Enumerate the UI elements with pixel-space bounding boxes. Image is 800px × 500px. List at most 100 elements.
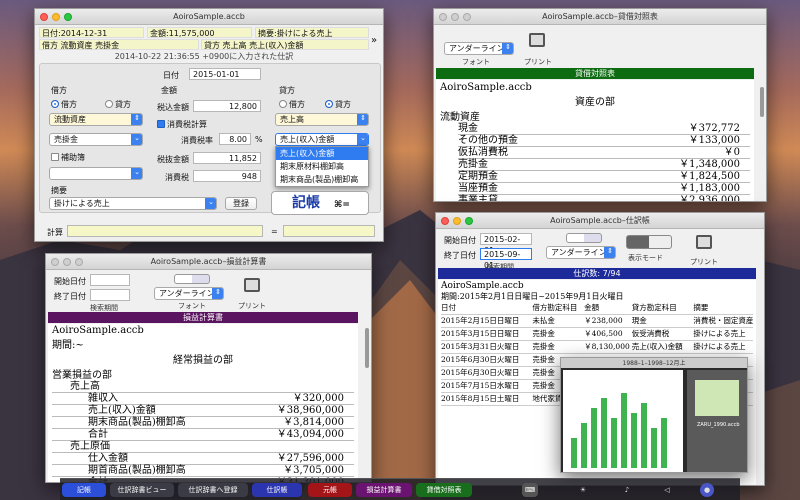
table-cell: 2015年2月15日日曜日 — [441, 316, 520, 325]
scrollbar[interactable] — [760, 87, 764, 117]
credit-credit-radio[interactable]: 貸方 — [325, 99, 351, 110]
tax-field[interactable]: 948 — [193, 170, 261, 182]
debit-side-radio[interactable]: 借方 — [51, 99, 77, 110]
printer-icon[interactable] — [696, 235, 712, 249]
minimize-button[interactable] — [52, 13, 60, 21]
zoom-button[interactable] — [463, 13, 471, 21]
table-cell: 2015年7月15日水曜日 — [441, 381, 520, 390]
mute-icon[interactable]: ◁ — [660, 483, 674, 497]
close-button[interactable] — [51, 258, 59, 266]
zoom-button[interactable] — [465, 217, 473, 225]
chevron-down-icon: ⌄ — [360, 134, 366, 142]
dropdown-option[interactable]: 期末商品(製品)棚卸高 — [276, 173, 368, 186]
record-button[interactable]: 記帳 ⌘= — [271, 191, 369, 215]
zoom-button[interactable] — [75, 258, 83, 266]
start-date-field[interactable]: 2015-02-01 — [480, 233, 532, 255]
info-date: 日付:2014-12-31 — [39, 27, 144, 38]
balance-sheet-document: AoiroSample.accb 資産の部 流動資産 現金 ￥372,772 その他… — [436, 80, 754, 202]
credit-side-radio[interactable]: 貸方 — [105, 99, 131, 110]
minimize-button[interactable] — [451, 13, 459, 21]
window-title: AoiroSample.accb–仕訳帳 — [550, 216, 650, 225]
chevron-down-icon: ⌄ — [134, 134, 140, 142]
date-field[interactable]: 2015-01-01 — [189, 68, 261, 80]
sub-book-select[interactable]: ⌄ — [49, 167, 143, 180]
equals-label: = — [271, 227, 278, 236]
info-credit: 貸方 売上高 売上(収入)金額 — [201, 39, 369, 50]
row-value: ￥3,705,000 — [283, 465, 344, 476]
dock-journal-entry[interactable]: 記帳 — [62, 483, 106, 497]
credit-debit-radio[interactable]: 借方 — [279, 99, 305, 110]
sub-book-checkbox[interactable]: 補助簿 — [51, 152, 85, 163]
close-button[interactable] — [441, 217, 449, 225]
summary-select[interactable]: 掛けによる売上 ⌄ — [49, 197, 217, 210]
row-label: 期末商品(製品)棚卸高 — [88, 417, 186, 428]
tax-calc-checkbox[interactable]: 消費税計算 — [157, 119, 207, 130]
title-bar[interactable]: AoiroSample.accb — [35, 9, 383, 25]
close-button[interactable] — [439, 13, 447, 21]
table-cell: 未払金 — [532, 316, 555, 325]
font-select[interactable]: アンダーライン ⇕ — [154, 287, 224, 300]
balance-sheet-window: AoiroSample.accb–貸借対照表 アンダーライン ⇕ フォント プリン… — [433, 8, 767, 202]
select-value: 売上高 — [280, 115, 304, 124]
dropdown-option[interactable]: 期末原材料棚卸高 — [276, 160, 368, 173]
register-button[interactable]: 登録 — [225, 197, 257, 210]
tax-rate-label: 消費税率 — [181, 136, 213, 145]
title-bar[interactable]: AoiroSample.accb–損益計算書 — [46, 254, 371, 270]
dock-balance-sheet[interactable]: 貸借対照表 — [416, 483, 472, 497]
dock-general-ledger[interactable]: 元帳 — [308, 483, 352, 497]
title-bar[interactable]: AoiroSample.accb–仕訳帳 — [436, 213, 764, 229]
company-name: AoiroSample.accb — [52, 325, 144, 336]
chevron-updown-icon: ⇕ — [607, 247, 613, 255]
row-value: ￥1,824,500 — [679, 171, 740, 182]
dock-dictionary-register[interactable]: 仕訳辞書へ登録 — [178, 483, 248, 497]
tax-incl-field[interactable]: 12,800 — [193, 100, 261, 112]
debit-account-select[interactable]: 売掛金 ⌄ — [49, 133, 143, 146]
minimize-button[interactable] — [63, 258, 71, 266]
minimize-button[interactable] — [453, 217, 461, 225]
font-label: フォント — [178, 302, 206, 310]
row-value: ￥2,936,000 — [679, 195, 740, 202]
table-row: 2015年3月15日日曜日 売掛金 ￥406,500 仮受消費税 掛けによる売上 — [441, 328, 753, 341]
zoom-button[interactable] — [64, 13, 72, 21]
font-select[interactable]: アンダーライン ⇕ — [444, 42, 514, 55]
dropdown-option[interactable]: 売上(収入)金額 — [276, 147, 368, 160]
title-bar[interactable]: AoiroSample.accb–貸借対照表 — [434, 9, 766, 25]
table-cell: 現金 — [631, 316, 647, 325]
income-statement-document: AoiroSample.accb 期間:~ 経常損益の部 営業損益の部 売上高雑… — [48, 324, 358, 482]
debit-category-select[interactable]: 流動資産 ⇕ — [49, 113, 143, 126]
close-button[interactable] — [40, 13, 48, 21]
credit-category-select[interactable]: 売上高 ⇕ — [275, 113, 369, 126]
font-select[interactable]: アンダーライン ⇕ — [546, 246, 616, 259]
tax-excl-field[interactable]: 11,852 — [193, 152, 261, 164]
keyboard-icon[interactable]: ⌨ — [522, 483, 538, 497]
period-text: 期間:2015年2月1日日曜日~2015年9月1日火曜日 — [441, 292, 624, 301]
bar-chart-graphic: ZARU_1990.accb — [563, 370, 747, 472]
end-date-field[interactable]: 2015-09-01 — [480, 248, 532, 270]
end-date-field[interactable] — [90, 289, 130, 301]
printer-icon[interactable] — [244, 278, 260, 292]
summary-label: 摘要 — [51, 186, 67, 195]
siri-icon[interactable]: ● — [700, 483, 714, 497]
calc-field[interactable] — [67, 225, 263, 237]
select-value: 掛けによる売上 — [54, 199, 110, 208]
volume-icon[interactable]: ♪ — [620, 483, 634, 497]
table-cell: 掛けによる売上 — [693, 329, 746, 338]
expand-button[interactable]: » — [371, 35, 377, 46]
dock-journal-book[interactable]: 仕訳帳 — [252, 483, 302, 497]
start-date-field[interactable] — [90, 274, 130, 286]
lock-toggle[interactable] — [626, 235, 672, 249]
font-label: フォント — [462, 58, 490, 66]
dock-dictionary-view[interactable]: 仕訳辞書ビュー — [110, 483, 174, 497]
scrollbar[interactable] — [365, 328, 369, 368]
dock-income-statement[interactable]: 損益計算書 — [356, 483, 412, 497]
tax-rate-field[interactable]: 8.00 — [219, 133, 251, 145]
stepper-control[interactable] — [566, 233, 602, 243]
printer-icon[interactable] — [529, 33, 545, 47]
stepper-control[interactable] — [174, 274, 210, 284]
brightness-icon[interactable]: ☀ — [576, 483, 590, 497]
select-value: 流動資産 — [54, 115, 86, 124]
date-label: 日付 — [163, 71, 179, 80]
table-cell: 2015年3月31日火曜日 — [441, 342, 520, 351]
credit-account-select[interactable]: 売上(収入)金額 ⌄ — [275, 133, 369, 146]
window-title: AoiroSample.accb — [173, 12, 245, 21]
